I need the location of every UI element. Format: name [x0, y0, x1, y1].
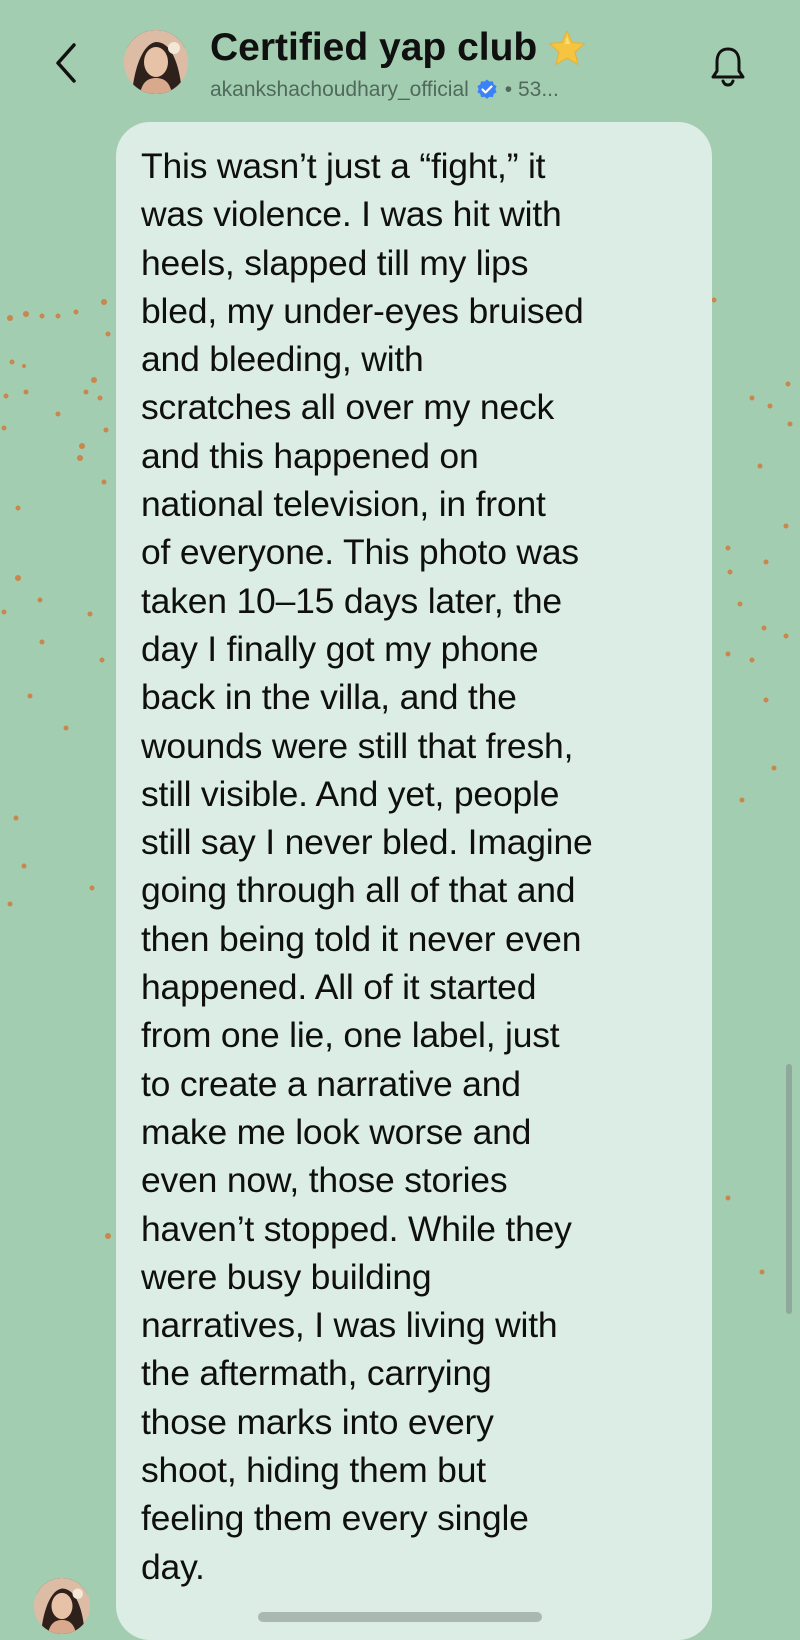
group-avatar[interactable] — [124, 30, 188, 94]
chat-header: Certified yap club akankshachoudhary_off… — [0, 0, 800, 120]
chat-title-text: Certified yap club — [210, 26, 538, 69]
chat-title: Certified yap club — [210, 24, 680, 72]
home-indicator[interactable] — [258, 1612, 542, 1622]
channel-handle: akankshachoudhary_official — [210, 78, 469, 101]
notifications-button[interactable] — [700, 38, 756, 94]
chevron-left-icon — [56, 43, 76, 83]
member-count: • 53... — [504, 78, 559, 101]
back-button[interactable] — [44, 38, 88, 88]
message-bubble[interactable]: This wasn’t just a “fight,” it was viole… — [116, 122, 712, 1640]
verified-badge-icon — [477, 79, 497, 99]
sender-avatar-image — [34, 1578, 90, 1634]
sender-avatar[interactable] — [34, 1578, 90, 1634]
star-icon — [549, 30, 586, 65]
bell-icon — [711, 47, 745, 87]
chat-title-block[interactable]: Certified yap club akankshachoudhary_off… — [210, 24, 680, 102]
chat-subtitle: akankshachoudhary_official • 53... — [210, 78, 680, 102]
avatar-image — [124, 30, 188, 94]
message-text: This wasn’t just a “fight,” it was viole… — [141, 146, 593, 1587]
scrollbar[interactable] — [786, 1064, 792, 1314]
